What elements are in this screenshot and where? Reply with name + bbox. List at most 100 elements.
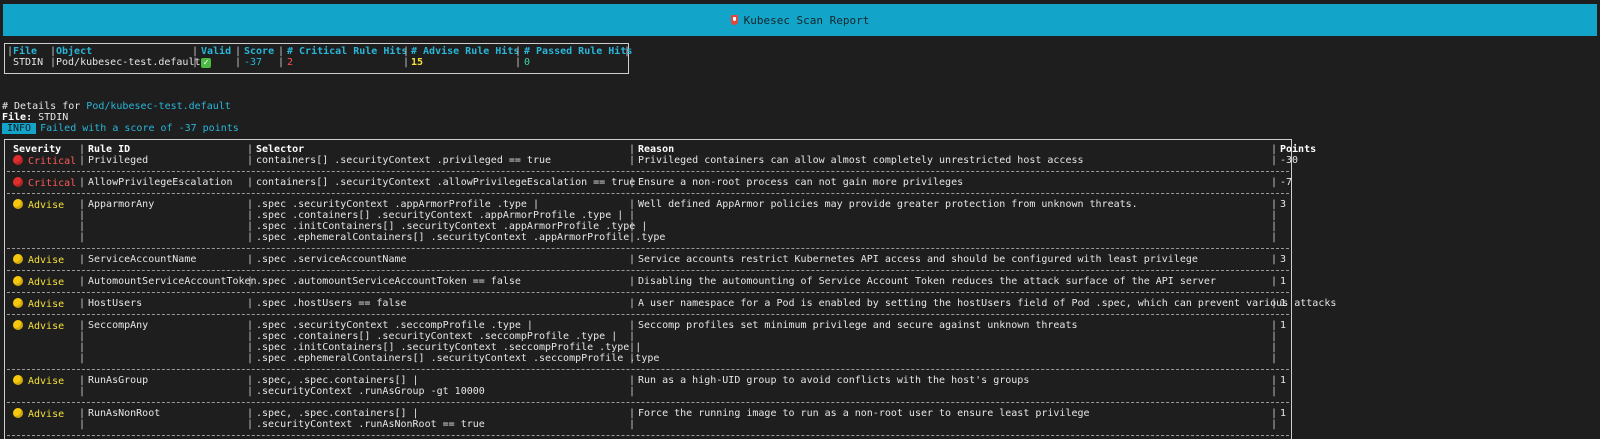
column-separator: |: [1271, 419, 1278, 430]
severity-label: Critical: [28, 156, 77, 167]
severity-cell: Advise: [13, 199, 64, 211]
header-selector: Selector: [256, 144, 305, 155]
report-title: Kubesec Scan Report: [743, 13, 870, 27]
column-separator: |: [79, 375, 86, 386]
advise-circle-icon: [13, 199, 23, 209]
row-divider: [7, 193, 1289, 194]
selector-line: .spec, .spec.containers[] |: [256, 408, 419, 419]
row-divider: [7, 369, 1289, 370]
column-separator: |: [1271, 276, 1278, 287]
summary-file: STDIN: [13, 57, 44, 68]
selector-line: .spec .ephemeralContainers[] .securityCo…: [256, 232, 666, 243]
column-separator: |: [1271, 331, 1278, 342]
rule-id-cell: HostUsers: [88, 298, 143, 309]
column-separator: |: [79, 331, 86, 342]
summary-object: Pod/kubesec-test.default: [56, 57, 201, 68]
selector-line: containers[] .securityContext .allowPriv…: [256, 177, 636, 188]
points-cell: -7: [1280, 177, 1293, 188]
column-separator: |: [247, 353, 254, 364]
summary-passed-count: 0: [524, 57, 531, 68]
severity-label: Advise: [28, 255, 65, 266]
column-separator: |: [1271, 320, 1278, 331]
column-separator: |: [79, 232, 86, 243]
column-separator: |: [79, 320, 86, 331]
details-heading: # Details for Pod/kubesec-test.default: [2, 101, 231, 112]
severity-label: Advise: [28, 376, 65, 387]
column-separator: |: [247, 419, 254, 430]
column-separator: |: [79, 155, 86, 166]
selector-line: .spec .securityContext .appArmorProfile …: [256, 199, 539, 210]
selector-line: .securityContext .runAsNonRoot == true: [256, 419, 485, 430]
severity-cell: Advise: [13, 254, 64, 266]
row-divider: [7, 171, 1289, 172]
rules-table-header: Severity Rule ID Selector Reason Points: [5, 144, 1316, 155]
row-divider: [7, 292, 1289, 293]
column-separator: |: [629, 144, 636, 155]
column-separator: |: [629, 155, 636, 166]
header-reason: Reason: [638, 144, 675, 155]
column-separator: |: [1271, 386, 1278, 397]
column-separator: |: [629, 353, 636, 364]
selector-line: .spec, .spec.containers[] |: [256, 375, 419, 386]
column-separator: |: [629, 342, 636, 353]
reason-cell: Seccomp profiles set minimum privilege a…: [638, 320, 1078, 331]
column-separator: |: [629, 298, 636, 309]
valid-check-icon: ✓: [201, 58, 211, 68]
column-separator: |: [629, 221, 636, 232]
header-severity: Severity: [13, 144, 62, 155]
column-separator: |: [1271, 342, 1278, 353]
advise-circle-icon: [13, 254, 23, 264]
summary-advise-count: 15: [411, 57, 424, 68]
column-separator: |: [247, 144, 254, 155]
column-separator: |: [629, 199, 636, 210]
column-separator: |: [79, 298, 86, 309]
severity-label: Advise: [28, 277, 65, 288]
column-separator: |: [79, 386, 86, 397]
severity-label: Advise: [28, 409, 65, 420]
advise-circle-icon: [13, 298, 23, 308]
summary-header-row: | File | Object | Valid | Score | # Crit…: [7, 46, 633, 57]
rule-id-cell: AllowPrivilegeEscalation: [88, 177, 233, 188]
severity-label: Advise: [28, 200, 65, 211]
summary-header-valid: Valid: [201, 46, 232, 57]
column-separator: |: [1271, 298, 1278, 309]
advise-circle-icon: [13, 320, 23, 330]
column-separator: |: [1271, 221, 1278, 232]
column-separator: |: [1271, 408, 1278, 419]
column-separator: |: [79, 199, 86, 210]
shield-icon: [730, 15, 738, 25]
reason-cell: Well defined AppArmor policies may provi…: [638, 199, 1138, 210]
summary-header-score: Score: [244, 46, 275, 57]
column-separator: |: [79, 210, 86, 221]
details-object: Pod/kubesec-test.default: [86, 101, 231, 112]
rule-id-cell: SeccompAny: [88, 320, 149, 331]
column-separator: |: [247, 155, 254, 166]
column-separator: |: [247, 342, 254, 353]
points-cell: 3: [1280, 254, 1287, 265]
column-separator: |: [79, 419, 86, 430]
header-rule-id: Rule ID: [88, 144, 131, 155]
column-separator: |: [79, 276, 86, 287]
row-divider: [7, 402, 1289, 403]
reason-cell: Disabling the automounting of Service Ac…: [638, 276, 1216, 287]
column-separator: |: [629, 408, 636, 419]
summary-table: | File | Object | Valid | Score | # Crit…: [4, 43, 633, 74]
column-separator: |: [247, 408, 254, 419]
summary-score: -37: [244, 57, 263, 68]
reason-cell: Privileged containers can allow almost c…: [638, 155, 1084, 166]
details-section: # Details for Pod/kubesec-test.default F…: [2, 101, 239, 134]
severity-cell: Advise: [13, 276, 64, 288]
points-cell: 1: [1280, 320, 1287, 331]
advise-circle-icon: [13, 408, 23, 418]
column-separator: |: [247, 375, 254, 386]
points-cell: 1: [1280, 375, 1287, 386]
info-text: Failed with a score of -37 points: [40, 123, 239, 134]
severity-cell: Advise: [13, 320, 64, 332]
column-separator: |: [1271, 177, 1278, 188]
selector-line: .spec .initContainers[] .securityContext…: [256, 221, 648, 232]
severity-cell: Critical: [13, 155, 76, 167]
severity-label: Advise: [28, 321, 65, 332]
selector-line: .spec .containers[] .securityContext .ap…: [256, 210, 624, 221]
reason-cell: Force the running image to run as a non-…: [638, 408, 1090, 419]
rule-id-cell: ServiceAccountName: [88, 254, 197, 265]
